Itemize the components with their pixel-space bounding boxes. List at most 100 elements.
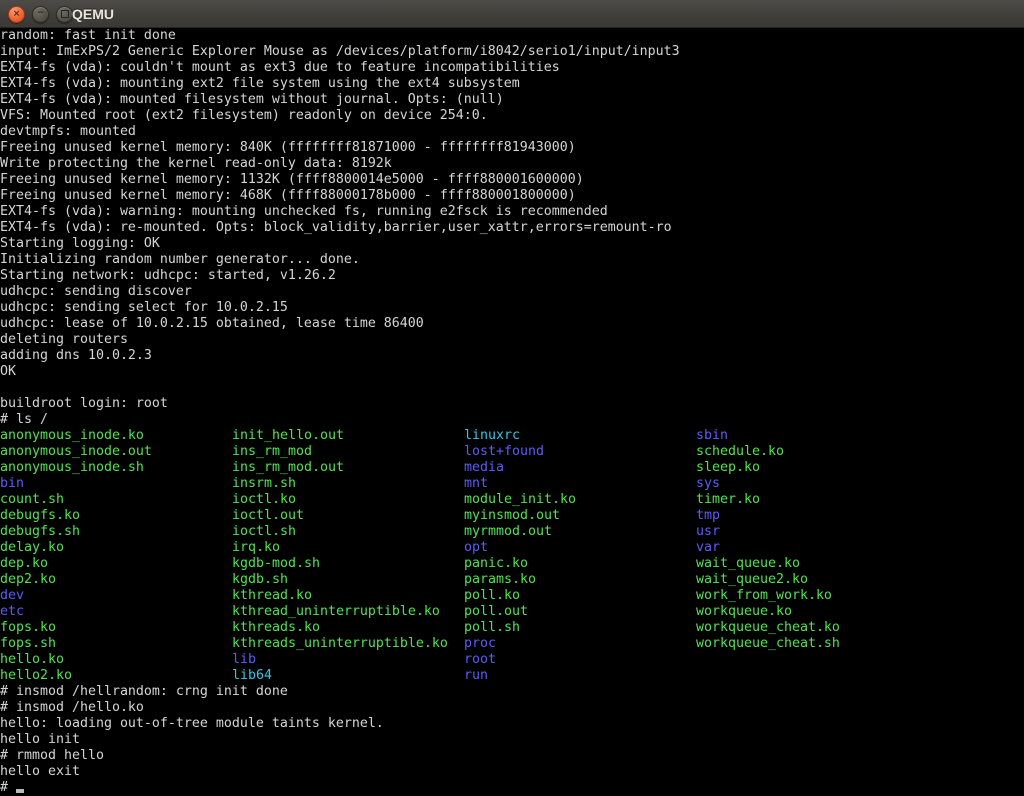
console-line: udhcpc: sending discover — [0, 284, 1024, 300]
console-line: EXT4-fs (vda): couldn't mount as ext3 du… — [0, 60, 1024, 76]
console-line: # ls / — [0, 412, 1024, 428]
console-line: Starting logging: OK — [0, 236, 1024, 252]
ls-entry: lost+found — [464, 444, 696, 460]
ls-entry: poll.sh — [464, 620, 696, 636]
ls-entry: var — [696, 540, 928, 556]
text-cursor — [16, 789, 24, 793]
ls-entry: lib — [232, 652, 464, 668]
ls-entry: init_hello.out — [232, 428, 464, 444]
ls-entry: poll.ko — [464, 588, 696, 604]
console-line: hello2.kolib64run — [0, 668, 1024, 684]
ls-entry: tmp — [696, 508, 928, 524]
console-line: Starting network: udhcpc: started, v1.26… — [0, 268, 1024, 284]
ls-entry: workqueue_cheat.ko — [696, 620, 928, 636]
maximize-icon — [61, 10, 69, 18]
ls-entry: kthread.ko — [232, 588, 464, 604]
ls-entry: sys — [696, 476, 928, 492]
console-line: EXT4-fs (vda): warning: mounting uncheck… — [0, 204, 1024, 220]
ls-entry: work_from_work.ko — [696, 588, 928, 604]
ls-entry: kgdb-mod.sh — [232, 556, 464, 572]
console-line: debugfs.shioctl.shmyrmmod.outusr — [0, 524, 1024, 540]
minimize-icon: − — [37, 8, 45, 18]
ls-entry: mnt — [464, 476, 696, 492]
console-line: # insmod /hello.ko — [0, 700, 1024, 716]
console-line: dep2.kokgdb.shparams.kowait_queue2.ko — [0, 572, 1024, 588]
ls-entry: fops.sh — [0, 636, 232, 652]
ls-entry: anonymous_inode.out — [0, 444, 232, 460]
console-line: devkthread.kopoll.kowork_from_work.ko — [0, 588, 1024, 604]
ls-entry: bin — [0, 476, 232, 492]
ls-entry: workqueue.ko — [696, 604, 928, 620]
ls-entry: ioctl.sh — [232, 524, 464, 540]
ls-entry: run — [464, 668, 696, 684]
title-bar[interactable]: × − QEMU — [0, 0, 1024, 28]
console-line: delay.koirq.kooptvar — [0, 540, 1024, 556]
ls-entry: poll.out — [464, 604, 696, 620]
ls-entry: anonymous_inode.ko — [0, 428, 232, 444]
console-line: udhcpc: sending select for 10.0.2.15 — [0, 300, 1024, 316]
ls-entry: myinsmod.out — [464, 508, 696, 524]
ls-entry: media — [464, 460, 696, 476]
ls-entry: kthreads_uninterruptible.ko — [232, 636, 464, 652]
console-line: debugfs.koioctl.outmyinsmod.outtmp — [0, 508, 1024, 524]
ls-entry: dep2.ko — [0, 572, 232, 588]
ls-entry: count.sh — [0, 492, 232, 508]
ls-entry: opt — [464, 540, 696, 556]
ls-entry: sleep.ko — [696, 460, 928, 476]
ls-entry: ioctl.out — [232, 508, 464, 524]
close-button[interactable]: × — [8, 6, 25, 23]
ls-entry: lib64 — [232, 668, 464, 684]
minimize-button[interactable]: − — [32, 6, 49, 23]
ls-entry: panic.ko — [464, 556, 696, 572]
ls-entry: schedule.ko — [696, 444, 928, 460]
console-line: input: ImExPS/2 Generic Explorer Mouse a… — [0, 44, 1024, 60]
ls-entry: etc — [0, 604, 232, 620]
console-line: deleting routers — [0, 332, 1024, 348]
console-line: Write protecting the kernel read-only da… — [0, 156, 1024, 172]
console-line: # insmod /hellrandom: crng init done — [0, 684, 1024, 700]
terminal-screen[interactable]: random: fast init doneinput: ImExPS/2 Ge… — [0, 28, 1024, 796]
ls-entry: timer.ko — [696, 492, 928, 508]
close-icon: × — [13, 9, 21, 19]
console-line: fops.kokthreads.kopoll.shworkqueue_cheat… — [0, 620, 1024, 636]
ls-entry: hello.ko — [0, 652, 232, 668]
ls-entry: usr — [696, 524, 928, 540]
console-line: Freeing unused kernel memory: 1132K (fff… — [0, 172, 1024, 188]
console-line: EXT4-fs (vda): re-mounted. Opts: block_v… — [0, 220, 1024, 236]
console-line: devtmpfs: mounted — [0, 124, 1024, 140]
console-line: anonymous_inode.koinit_hello.outlinuxrcs… — [0, 428, 1024, 444]
ls-entry: root — [464, 652, 696, 668]
console-line: hello exit — [0, 764, 1024, 780]
ls-entry: debugfs.ko — [0, 508, 232, 524]
console-line: Freeing unused kernel memory: 468K (ffff… — [0, 188, 1024, 204]
ls-entry: sbin — [696, 428, 928, 444]
ls-entry: insrm.sh — [232, 476, 464, 492]
ls-entry: wait_queue2.ko — [696, 572, 928, 588]
console-line: # rmmod hello — [0, 748, 1024, 764]
console-line: Freeing unused kernel memory: 840K (ffff… — [0, 140, 1024, 156]
console-line: hello.kolibroot — [0, 652, 1024, 668]
console-line: count.shioctl.komodule_init.kotimer.ko — [0, 492, 1024, 508]
ls-entry: proc — [464, 636, 696, 652]
console-line: anonymous_inode.shins_rm_mod.outmediasle… — [0, 460, 1024, 476]
ls-entry: irq.ko — [232, 540, 464, 556]
console-line: bininsrm.shmntsys — [0, 476, 1024, 492]
ls-entry: wait_queue.ko — [696, 556, 928, 572]
console-line: adding dns 10.0.2.3 — [0, 348, 1024, 364]
ls-entry: ins_rm_mod — [232, 444, 464, 460]
ls-entry: kgdb.sh — [232, 572, 464, 588]
console-line: udhcpc: lease of 10.0.2.15 obtained, lea… — [0, 316, 1024, 332]
ls-entry: delay.ko — [0, 540, 232, 556]
console-line: EXT4-fs (vda): mounting ext2 file system… — [0, 76, 1024, 92]
console-line: anonymous_inode.outins_rm_modlost+founds… — [0, 444, 1024, 460]
ls-entry: kthreads.ko — [232, 620, 464, 636]
console-line: hello: loading out-of-tree module taints… — [0, 716, 1024, 732]
console-line: fops.shkthreads_uninterruptible.koprocwo… — [0, 636, 1024, 652]
shell-prompt: # — [0, 780, 16, 795]
window-title: QEMU — [72, 0, 114, 27]
maximize-button[interactable] — [56, 6, 73, 23]
ls-entry: ioctl.ko — [232, 492, 464, 508]
ls-entry: kthread_uninterruptible.ko — [232, 604, 464, 620]
ls-entry: anonymous_inode.sh — [0, 460, 232, 476]
console-line: random: fast init done — [0, 28, 1024, 44]
